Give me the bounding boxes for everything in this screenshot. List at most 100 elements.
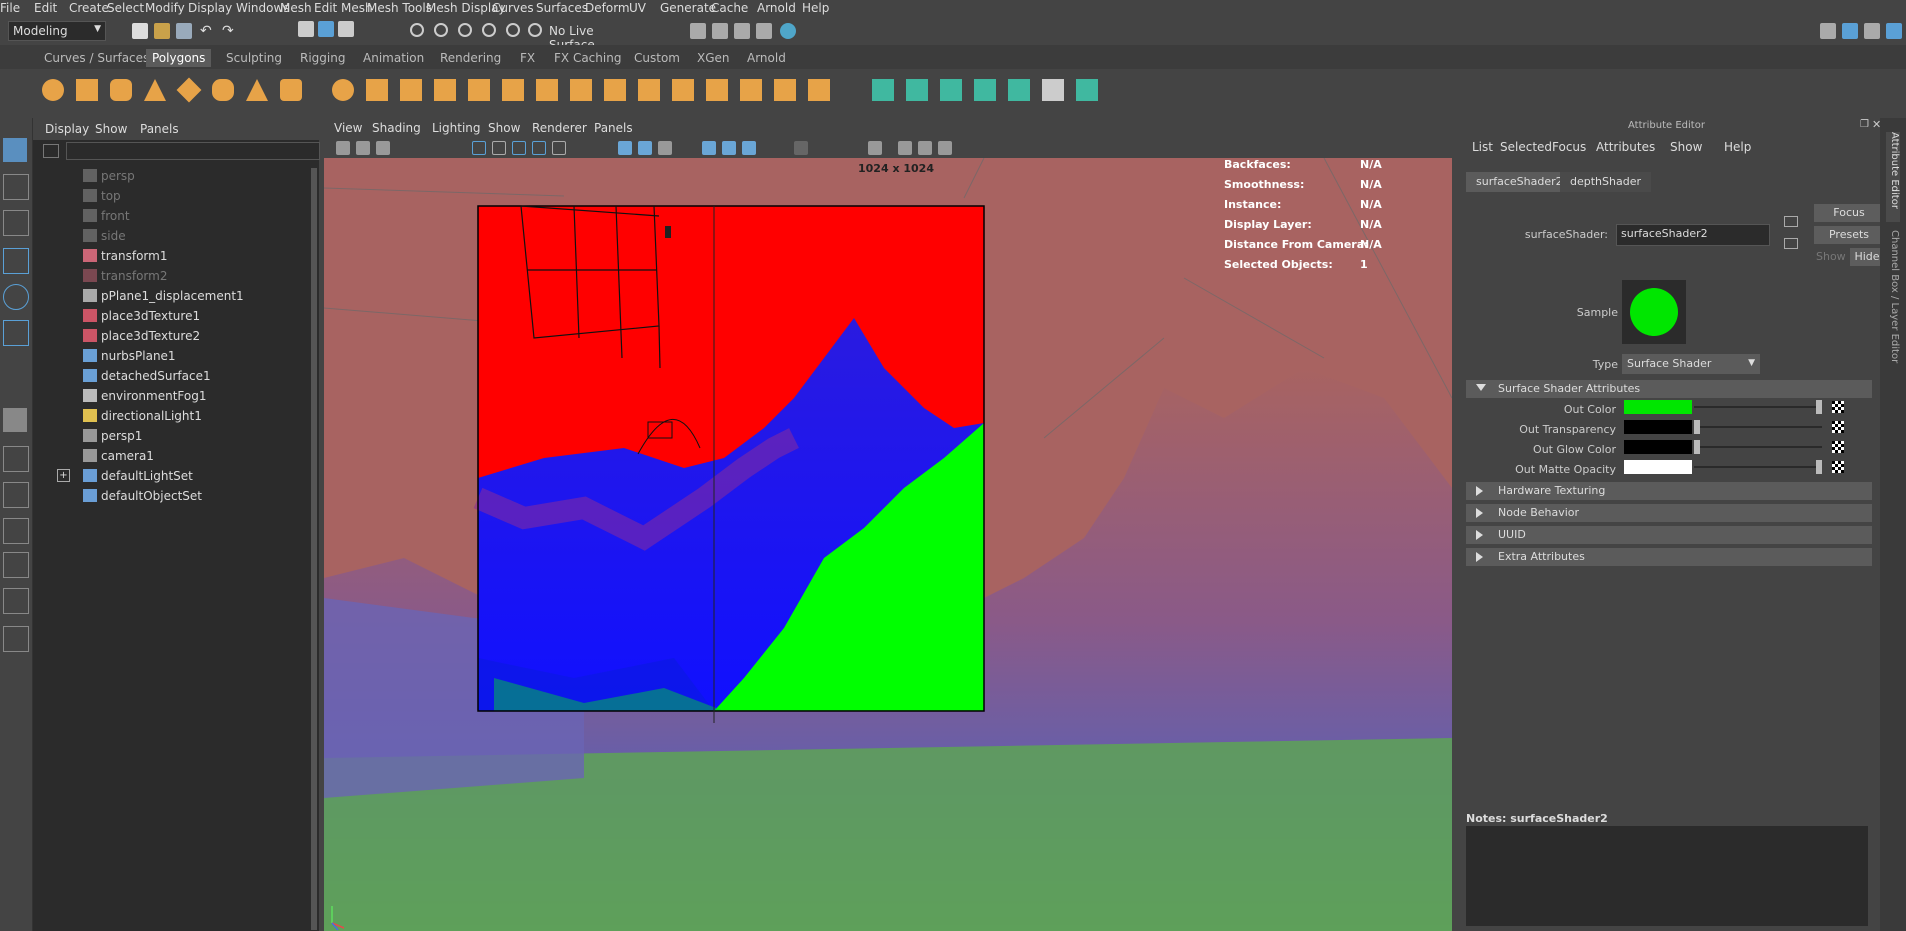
lighting-icon[interactable] [722, 141, 736, 155]
tab-xgen[interactable]: XGen [697, 51, 730, 65]
live-surface-field[interactable]: No Live Surface [544, 21, 642, 52]
attr-slider-track[interactable] [1694, 426, 1822, 428]
camera-attributes-icon[interactable] [356, 141, 370, 155]
poly-pyramid-icon[interactable] [246, 79, 268, 101]
smooth-icon[interactable] [672, 79, 694, 101]
tab-rendering[interactable]: Rendering [440, 51, 501, 65]
outliner-item[interactable]: detachedSurface1 [33, 366, 303, 386]
ipr-render-icon[interactable] [712, 23, 728, 39]
outliner-item[interactable]: camera1 [33, 446, 303, 466]
redo-icon[interactable]: ↷ [222, 23, 238, 39]
viewport-menu-show[interactable]: Show [488, 121, 520, 135]
wireframe-icon[interactable] [618, 141, 632, 155]
outliner-item[interactable]: front [33, 206, 303, 226]
tab-fx[interactable]: FX [520, 51, 535, 65]
toggle-ui-icon[interactable] [1886, 23, 1902, 39]
isolate-select-icon[interactable] [868, 141, 882, 155]
focus-button[interactable]: Focus [1814, 204, 1884, 222]
outliner-scrollbar[interactable] [311, 168, 317, 930]
uv-editor-icon[interactable] [1008, 79, 1030, 101]
outliner-item[interactable]: side [33, 226, 303, 246]
tab-curves-surfaces[interactable]: Curves / Surfaces [44, 51, 149, 65]
menu-deform[interactable]: Deform [585, 1, 630, 15]
tab-fx-caching[interactable]: FX Caching [554, 51, 621, 65]
lasso-tool-icon[interactable] [3, 174, 29, 200]
mirror-icon[interactable] [638, 79, 660, 101]
hypershade-layout-icon[interactable] [3, 626, 29, 652]
layout-alt-icon[interactable] [1864, 23, 1880, 39]
menu-modify[interactable]: Modify [145, 1, 185, 15]
expand-icon[interactable]: + [57, 469, 70, 482]
shadows-icon[interactable] [742, 141, 756, 155]
open-scene-icon[interactable] [154, 23, 170, 39]
separate-icon[interactable] [366, 79, 388, 101]
menu-cache[interactable]: Cache [711, 1, 748, 15]
type-dropdown[interactable]: Surface Shader ▼ [1622, 354, 1760, 374]
ae-menu-attributes[interactable]: Attributes [1596, 140, 1655, 154]
attr-slider-handle[interactable] [1816, 400, 1822, 414]
outliner-item[interactable]: transform1 [33, 246, 303, 266]
tab-rigging[interactable]: Rigging [300, 51, 345, 65]
outliner-layout-icon[interactable] [3, 518, 29, 544]
node-name-field[interactable]: surfaceShader2 [1616, 224, 1770, 246]
render-icon[interactable] [690, 23, 706, 39]
checker-map-icon[interactable] [1832, 401, 1844, 413]
viewport-menu-panels[interactable]: Panels [594, 121, 633, 135]
outliner-item[interactable]: place3dTexture1 [33, 306, 303, 326]
poly-cylinder-icon[interactable] [110, 79, 132, 101]
poly-pipe-icon[interactable] [212, 79, 234, 101]
poly-torus-icon[interactable] [176, 77, 202, 103]
combine-icon[interactable] [332, 79, 354, 101]
scale-tool-icon[interactable] [3, 320, 29, 346]
graph-layout-icon[interactable] [3, 552, 29, 578]
select-camera-icon[interactable] [336, 141, 350, 155]
section-extra-attributes[interactable]: Extra Attributes [1466, 548, 1872, 566]
textured-icon[interactable] [702, 141, 716, 155]
outliner-item[interactable]: top [33, 186, 303, 206]
menu-edit-mesh[interactable]: Edit Mesh [314, 1, 373, 15]
checker-map-icon[interactable] [1832, 461, 1844, 473]
ae-menu-help[interactable]: Help [1724, 140, 1751, 154]
filter-icon[interactable] [43, 144, 59, 158]
undo-icon[interactable]: ↶ [200, 23, 216, 39]
gate-mask-icon[interactable] [532, 141, 546, 155]
uv-tool-icon[interactable] [1076, 79, 1098, 101]
ae-menu-show[interactable]: Show [1670, 140, 1702, 154]
select-object-icon[interactable] [318, 21, 334, 37]
show-toggle[interactable]: Show [1816, 250, 1846, 263]
cylindrical-uv-icon[interactable] [906, 79, 928, 101]
menu-uv[interactable]: UV [629, 1, 646, 15]
menu-select[interactable]: Select [107, 1, 144, 15]
attribute-editor-side-tab[interactable]: Attribute Editor [1886, 132, 1900, 222]
fill-hole-icon[interactable] [808, 79, 830, 101]
layout-icon[interactable] [1842, 23, 1858, 39]
menu-arnold[interactable]: Arnold [757, 1, 796, 15]
ae-menu-list[interactable]: List [1472, 140, 1493, 154]
multi-cut-icon[interactable] [536, 79, 558, 101]
insert-edge-loop-icon[interactable] [604, 79, 626, 101]
snap-grid-icon[interactable] [410, 23, 424, 37]
xray-icon[interactable] [898, 141, 912, 155]
ae-menu-selected[interactable]: Selected [1500, 140, 1552, 154]
menu-edit[interactable]: Edit [34, 1, 57, 15]
section-surface-shader-attributes[interactable]: Surface Shader Attributes [1466, 380, 1872, 398]
attr-slider-track[interactable] [1694, 466, 1822, 468]
outliner-menu-panels[interactable]: Panels [140, 122, 179, 136]
checker-map-icon[interactable] [1832, 421, 1844, 433]
section-uuid[interactable]: UUID [1466, 526, 1872, 544]
target-weld-icon[interactable] [570, 79, 592, 101]
wireframe-on-shaded-icon[interactable] [658, 141, 672, 155]
outliner-item[interactable]: nurbsPlane1 [33, 346, 303, 366]
outliner-search-input[interactable] [66, 142, 320, 160]
film-gate-icon[interactable] [492, 141, 506, 155]
new-scene-icon[interactable] [132, 23, 148, 39]
field-chart-icon[interactable] [552, 141, 566, 155]
outliner-item[interactable]: directionalLight1 [33, 406, 303, 426]
notes-field[interactable] [1466, 826, 1868, 926]
menu-help[interactable]: Help [802, 1, 829, 15]
section-node-behavior[interactable]: Node Behavior [1466, 504, 1872, 522]
four-view-layout-icon[interactable] [3, 446, 29, 472]
snap-view-icon[interactable] [482, 23, 496, 37]
smooth-shade-icon[interactable] [638, 141, 652, 155]
attr-color-swatch[interactable] [1624, 460, 1692, 474]
